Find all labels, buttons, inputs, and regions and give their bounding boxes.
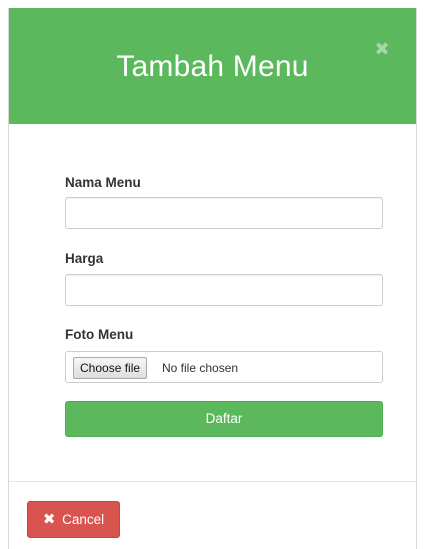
foto-menu-file-input[interactable]: Choose file No file chosen	[65, 351, 383, 383]
times-icon: ✖	[42, 511, 56, 528]
foto-menu-label: Foto Menu	[65, 327, 134, 342]
nama-menu-input[interactable]	[65, 197, 383, 229]
modal-footer: ✖ Cancel	[9, 481, 416, 549]
modal-header: ✖ Tambah Menu	[9, 8, 416, 124]
modal-title: Tambah Menu	[116, 50, 309, 83]
nama-menu-label: Nama Menu	[65, 175, 141, 190]
daftar-button[interactable]: Daftar	[65, 401, 383, 437]
harga-label: Harga	[65, 251, 104, 266]
add-menu-modal: ✖ Tambah Menu Nama Menu Harga Foto Menu …	[8, 8, 417, 549]
file-status-text: No file chosen	[162, 361, 239, 375]
harga-input[interactable]	[65, 274, 383, 306]
choose-file-button[interactable]: Choose file	[73, 357, 148, 379]
cancel-button[interactable]: ✖ Cancel	[27, 501, 120, 538]
cancel-label: Cancel	[62, 512, 105, 527]
